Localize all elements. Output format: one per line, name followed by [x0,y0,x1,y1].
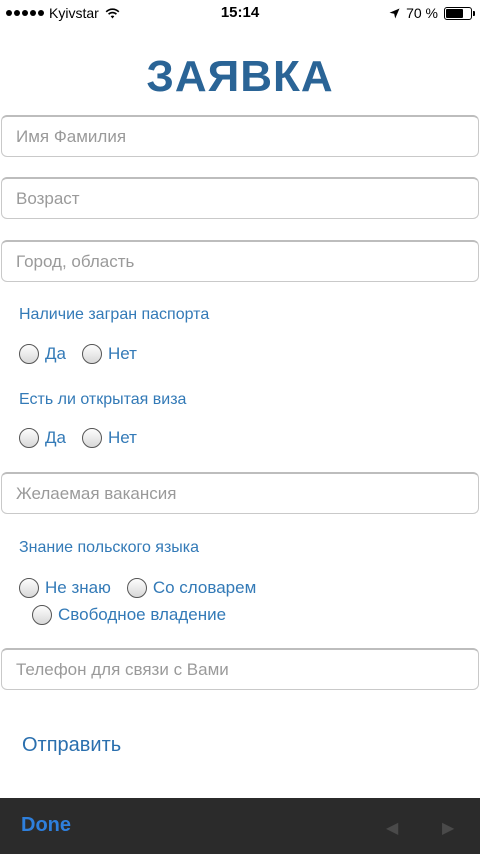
radio-circle-icon[interactable] [19,344,39,364]
submit-button[interactable]: Отправить [22,734,121,757]
battery-level-fill [446,8,463,18]
polish-radio-group-row1: Не знаю Со словарем [19,578,272,598]
location-arrow-icon [389,8,400,18]
status-bar: Kyivstar 15:14 70 % [0,0,480,28]
visa-label: Есть ли открытая виза [19,391,187,408]
radio-circle-icon[interactable] [126,578,147,598]
visa-radio-group: Да Нет [19,428,153,448]
visa-option-yes[interactable]: Да [19,428,66,448]
passport-label: Наличие загран паспорта [19,306,210,323]
keyboard-toolbar: Done ◀ ▶ [0,798,480,854]
radio-circle-icon[interactable] [19,578,39,598]
radio-circle-icon[interactable] [32,605,52,625]
polish-option-dictionary[interactable]: Со словарем [126,578,256,598]
radio-circle-icon[interactable] [81,428,102,448]
page-title: ЗАЯВКА [146,52,334,101]
age-input[interactable] [1,177,479,219]
polish-label: Знание польского языка [19,539,200,556]
name-input[interactable] [1,115,479,157]
radio-circle-icon[interactable] [19,428,39,448]
left-arrow-icon[interactable]: ◀ [386,818,398,838]
passport-option-no[interactable]: Нет [81,344,137,364]
done-button[interactable]: Done [21,814,71,837]
polish-option-none[interactable]: Не знаю [19,578,111,598]
battery-icon [444,6,475,20]
battery-percent: 70 % [406,5,438,21]
polish-radio-group-row2: Свободное владение [32,605,242,625]
vacancy-input[interactable] [1,472,479,514]
radio-circle-icon[interactable] [81,344,102,364]
right-arrow-icon[interactable]: ▶ [442,818,454,838]
visa-option-no[interactable]: Нет [81,428,137,448]
passport-radio-group: Да Нет [19,344,153,364]
polish-option-fluent[interactable]: Свободное владение [32,605,226,625]
passport-option-yes[interactable]: Да [19,344,66,364]
phone-input[interactable] [1,648,479,690]
city-input[interactable] [1,240,479,282]
